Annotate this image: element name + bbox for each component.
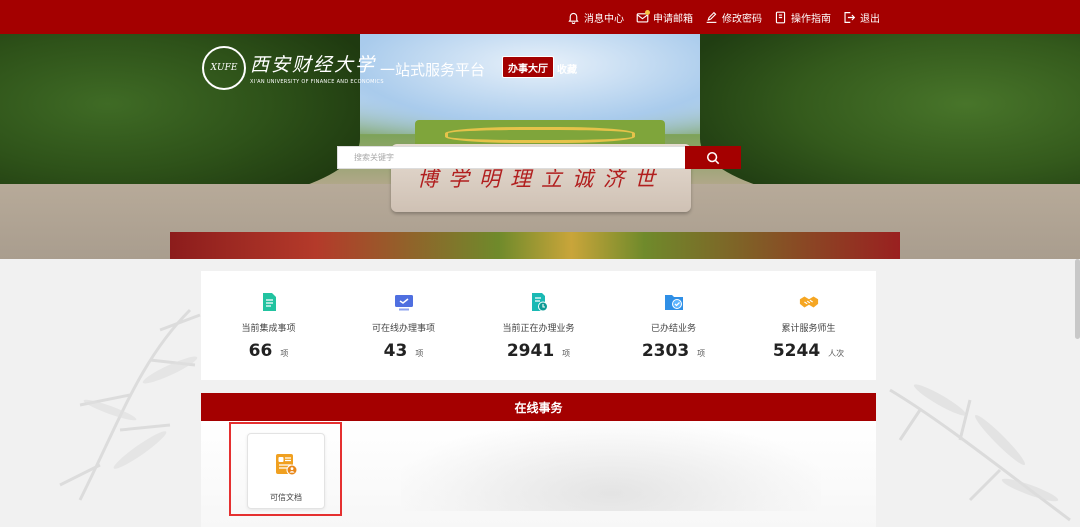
- trusted-document-icon: [276, 454, 298, 476]
- mountain-decoration: [401, 421, 821, 511]
- favorite-link[interactable]: 收藏: [557, 61, 577, 76]
- top-bar: 消息中心 申请邮箱 修改密码 操作指南 退出: [0, 0, 1080, 34]
- search-icon: [706, 151, 720, 164]
- bamboo-decoration-left: [59, 308, 201, 501]
- apply-mailbox-label: 申请邮箱: [653, 13, 693, 25]
- monitor-icon: [394, 295, 413, 311]
- online-affairs-title: 在线事务: [514, 400, 563, 415]
- stat-label: 当前集成事项: [241, 324, 296, 334]
- message-center-link[interactable]: 消息中心: [567, 10, 624, 25]
- stat-unit: 项: [280, 349, 289, 358]
- stat-in-progress: 当前正在办理业务 2941 项: [471, 271, 606, 380]
- logout-link[interactable]: 退出: [843, 10, 880, 25]
- document-list-icon: [262, 293, 276, 311]
- stat-unit: 项: [697, 349, 706, 358]
- message-center-label: 消息中心: [584, 13, 624, 25]
- trees-right: [700, 34, 1080, 209]
- change-password-link[interactable]: 修改密码: [705, 10, 762, 25]
- stat-online-items: 可在线办理事项 43 项: [336, 271, 471, 380]
- stat-unit: 人次: [828, 349, 845, 358]
- platform-title: 一站式服务平台: [380, 61, 486, 79]
- stat-integrated-items: 当前集成事项 66 项: [201, 271, 336, 380]
- stat-value: 2303: [641, 341, 690, 361]
- stat-value: 5244: [772, 341, 821, 361]
- notification-dot: [645, 9, 650, 15]
- edit-password-icon: [705, 11, 718, 24]
- logout-label: 退出: [860, 13, 880, 25]
- university-logo: XUFE: [202, 46, 246, 90]
- search-button[interactable]: [685, 146, 741, 169]
- stat-label: 已办结业务: [650, 324, 696, 334]
- stat-served: 累计服务师生 5244 人次: [741, 271, 876, 380]
- search-input[interactable]: [337, 146, 685, 169]
- stat-label: 当前正在办理业务: [502, 324, 575, 334]
- flower-hedge: [170, 232, 900, 259]
- mail-icon: [636, 9, 650, 24]
- logo-abbr: XUFE: [210, 63, 238, 73]
- university-name: 西安财经大学: [250, 54, 377, 76]
- statistics-panel: 当前集成事项 66 项 可在线办理事项 43 项 当前正在办理业务 2941 项 已办…: [201, 271, 876, 380]
- apply-mailbox-link[interactable]: 申请邮箱: [636, 9, 693, 25]
- stat-label: 可在线办理事项: [371, 324, 435, 334]
- service-hall-button[interactable]: 办事大厅: [502, 56, 554, 78]
- guide-link[interactable]: 操作指南: [774, 10, 831, 25]
- stat-value: 66: [248, 341, 273, 361]
- stat-completed: 已办结业务 2303 项: [606, 271, 741, 380]
- sky: [320, 34, 760, 134]
- guide-label: 操作指南: [791, 13, 831, 25]
- stat-value: 2941: [506, 341, 555, 361]
- bamboo-decoration-right: [889, 384, 1071, 522]
- stat-unit: 项: [415, 349, 424, 358]
- handshake-icon: [799, 296, 818, 308]
- trusted-document-card[interactable]: 可信文档: [247, 433, 325, 509]
- online-affairs-header: 在线事务: [201, 393, 876, 421]
- logout-icon: [843, 11, 856, 24]
- stat-unit: 项: [562, 349, 571, 358]
- bell-icon: [567, 11, 580, 24]
- change-password-label: 修改密码: [722, 13, 762, 25]
- lawn-emblem: [445, 127, 635, 143]
- stat-label: 累计服务师生: [781, 324, 836, 334]
- folder-check-icon: [664, 295, 683, 310]
- scrollbar[interactable]: [1075, 259, 1080, 339]
- book-icon: [774, 11, 787, 24]
- doc-progress-icon: [531, 293, 548, 312]
- trusted-document-label: 可信文档: [270, 493, 302, 502]
- stat-value: 43: [383, 341, 408, 361]
- university-name-en: XI'AN UNIVERSITY OF FINANCE AND ECONOMIC…: [250, 79, 384, 85]
